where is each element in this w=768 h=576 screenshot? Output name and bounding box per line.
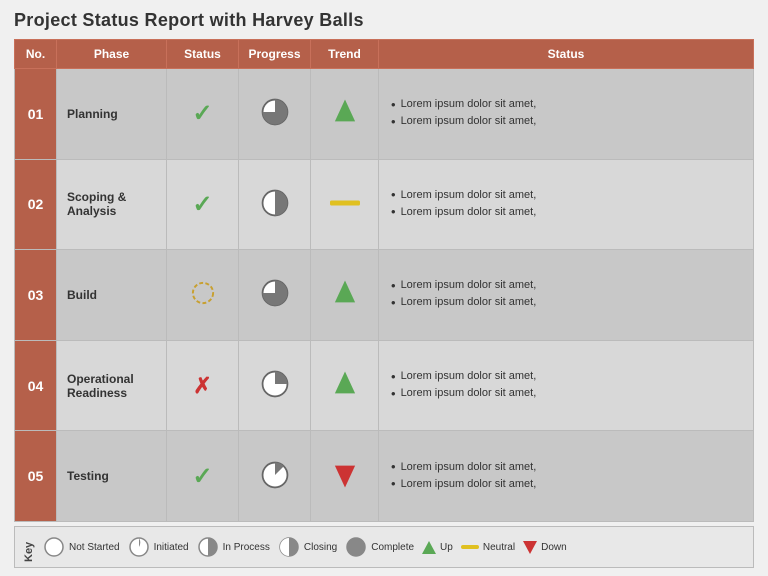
row-trend: [311, 69, 379, 160]
row-number: 03: [15, 250, 57, 341]
row-progress: [239, 340, 311, 431]
key-items: Not Started Initiated In Process Closing: [43, 536, 567, 558]
row-phase: Testing: [57, 431, 167, 522]
row-number: 01: [15, 69, 57, 160]
table-row: 01Planning✓Lorem ipsum dolor sit amet,Lo…: [15, 69, 754, 160]
table-row: 04Operational Readiness✗ Lorem ipsum dolo…: [15, 340, 754, 431]
bullet-item: Lorem ipsum dolor sit amet,: [391, 187, 748, 202]
col-header-status: Status: [167, 40, 239, 69]
key-item-neutral: Neutral: [461, 542, 515, 553]
bullet-item: Lorem ipsum dolor sit amet,: [391, 295, 748, 310]
key-footer: Key Not Started Initiated In Process: [14, 526, 754, 568]
bullet-item: Lorem ipsum dolor sit amet,: [391, 386, 748, 401]
key-item-down: Down: [523, 541, 567, 554]
bullet-item: Lorem ipsum dolor sit amet,: [391, 114, 748, 129]
row-trend: [311, 431, 379, 522]
row-status-desc: Lorem ipsum dolor sit amet, Lorem ipsum d…: [379, 431, 754, 522]
row-trend: [311, 340, 379, 431]
main-table: No. Phase Status Progress Trend Status 0…: [14, 39, 754, 522]
table-row: 03BuildLorem ipsum dolor sit amet,Lorem …: [15, 250, 754, 341]
row-progress: [239, 159, 311, 250]
bullet-item: Lorem ipsum dolor sit amet,: [391, 204, 748, 219]
row-status: ✗: [167, 340, 239, 431]
row-trend: [311, 159, 379, 250]
row-status-desc: Lorem ipsum dolor sit amet, Lorem ipsum d…: [379, 69, 754, 160]
col-header-phase: Phase: [57, 40, 167, 69]
row-status-desc: Lorem ipsum dolor sit amet, Lorem ipsum d…: [379, 340, 754, 431]
row-number: 05: [15, 431, 57, 522]
col-header-progress: Progress: [239, 40, 311, 69]
row-phase: Scoping & Analysis: [57, 159, 167, 250]
row-number: 04: [15, 340, 57, 431]
col-header-no: No.: [15, 40, 57, 69]
bullet-item: Lorem ipsum dolor sit amet,: [391, 278, 748, 293]
row-progress: [239, 250, 311, 341]
row-progress: [239, 431, 311, 522]
row-progress: [239, 69, 311, 160]
row-status-desc: Lorem ipsum dolor sit amet, Lorem ipsum d…: [379, 159, 754, 250]
key-item-up: Up: [422, 541, 453, 554]
key-down-arrow-icon: [523, 541, 537, 554]
row-phase: Operational Readiness: [57, 340, 167, 431]
row-phase: Build: [57, 250, 167, 341]
bullet-item: Lorem ipsum dolor sit amet,: [391, 459, 748, 474]
bullet-item: Lorem ipsum dolor sit amet,: [391, 97, 748, 112]
key-item-complete: Complete: [345, 536, 414, 558]
row-status: ✓: [167, 69, 239, 160]
row-phase: Planning: [57, 69, 167, 160]
key-item-not-started: Not Started: [43, 536, 120, 558]
key-item-initiated: Initiated: [128, 536, 189, 558]
col-header-status-desc: Status: [379, 40, 754, 69]
row-status: [167, 250, 239, 341]
page-title: Project Status Report with Harvey Balls: [14, 10, 754, 31]
bullet-item: Lorem ipsum dolor sit amet,: [391, 369, 748, 384]
bullet-item: Lorem ipsum dolor sit amet,: [391, 476, 748, 491]
row-status: ✓: [167, 159, 239, 250]
key-label: Key: [23, 532, 35, 562]
row-status: ✓: [167, 431, 239, 522]
row-trend: [311, 250, 379, 341]
table-row: 02Scoping & Analysis✓ Lorem ipsum dolor s…: [15, 159, 754, 250]
table-wrapper: No. Phase Status Progress Trend Status 0…: [14, 39, 754, 522]
row-number: 02: [15, 159, 57, 250]
key-item-closing: Closing: [278, 536, 337, 558]
table-row: 05Testing✓Lorem ipsum dolor sit amet,Lor…: [15, 431, 754, 522]
key-item-in-process: In Process: [197, 536, 270, 558]
row-status-desc: Lorem ipsum dolor sit amet, Lorem ipsum d…: [379, 250, 754, 341]
key-neutral-bar-icon: [461, 545, 479, 549]
col-header-trend: Trend: [311, 40, 379, 69]
key-up-arrow-icon: [422, 541, 436, 554]
